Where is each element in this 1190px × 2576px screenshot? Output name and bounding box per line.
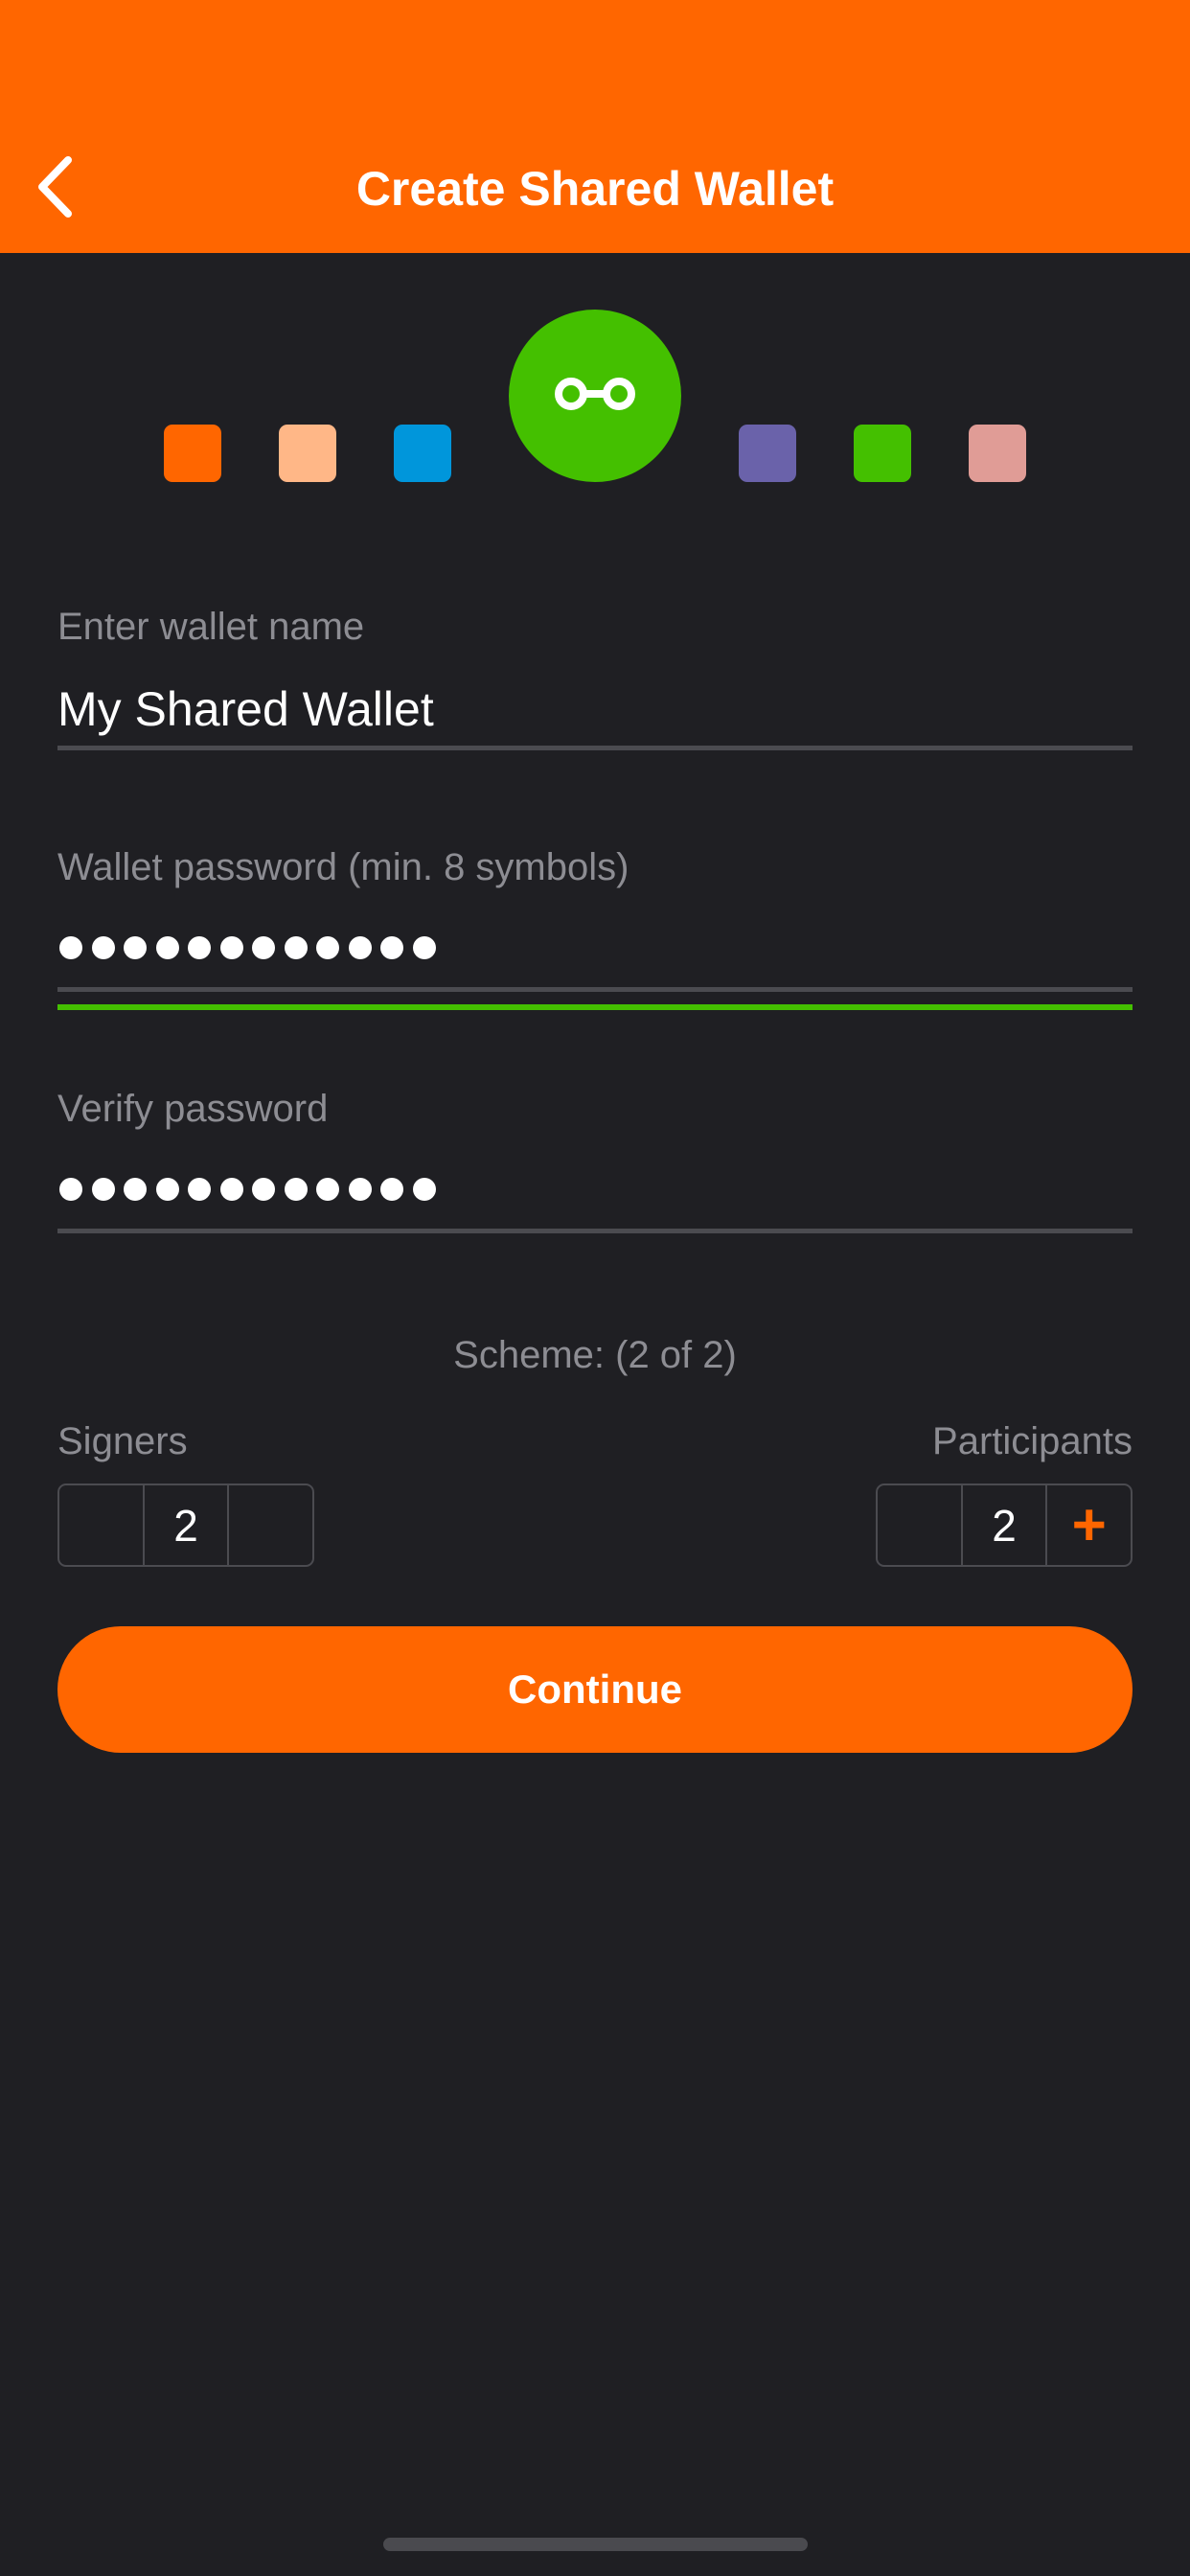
password-dot xyxy=(284,1178,308,1201)
password-dot xyxy=(219,1178,243,1201)
wallet-name-label: Enter wallet name xyxy=(57,606,365,648)
password-dot xyxy=(252,936,275,959)
password-dot xyxy=(91,1178,115,1201)
wallet-name-underline xyxy=(57,746,1133,750)
password-dot xyxy=(412,936,436,959)
password-dot xyxy=(155,1178,179,1201)
password-dot xyxy=(219,936,243,959)
page-title: Create Shared Wallet xyxy=(355,162,835,216)
password-dot xyxy=(284,936,308,959)
password-dot xyxy=(124,936,147,959)
signers-value: 2 xyxy=(142,1485,228,1565)
password-strength-bar xyxy=(57,1004,1133,1010)
color-swatch-green[interactable] xyxy=(854,425,911,482)
password-input[interactable] xyxy=(59,933,436,962)
wallet-name-input[interactable]: My Shared Wallet xyxy=(57,678,1133,740)
signers-label: Signers xyxy=(57,1420,188,1462)
password-dot xyxy=(59,936,82,959)
signers-increment-button[interactable] xyxy=(227,1485,312,1565)
verify-password-label: Verify password xyxy=(57,1088,329,1130)
password-dot xyxy=(155,936,179,959)
password-dot xyxy=(316,936,339,959)
password-dot xyxy=(316,1178,339,1201)
password-dot xyxy=(348,936,372,959)
color-swatch-blue[interactable] xyxy=(394,425,451,482)
color-swatch-peach[interactable] xyxy=(279,425,336,482)
signers-stepper: 2 xyxy=(57,1484,314,1567)
home-indicator[interactable] xyxy=(383,2538,808,2551)
password-dot xyxy=(59,1178,82,1201)
wallet-avatar xyxy=(509,310,681,482)
verify-password-underline xyxy=(57,1229,1133,1233)
password-underline xyxy=(57,987,1133,992)
participants-decrement-button[interactable] xyxy=(878,1485,961,1565)
participants-increment-button[interactable]: + xyxy=(1045,1485,1131,1565)
app-header: Create Shared Wallet xyxy=(0,0,1190,253)
participants-label: Participants xyxy=(932,1420,1133,1462)
password-dot xyxy=(380,936,403,959)
verify-password-input[interactable] xyxy=(59,1175,436,1204)
password-dot xyxy=(380,1178,403,1201)
password-dot xyxy=(412,1178,436,1201)
color-swatch-pink[interactable] xyxy=(969,425,1026,482)
multisig-link-icon xyxy=(552,375,638,418)
plus-icon: + xyxy=(1071,1491,1107,1558)
participants-stepper: 2 + xyxy=(876,1484,1133,1567)
password-dot xyxy=(188,1178,211,1201)
color-swatch-purple[interactable] xyxy=(739,425,796,482)
password-label: Wallet password (min. 8 symbols) xyxy=(57,846,629,888)
password-dot xyxy=(348,1178,372,1201)
password-dot xyxy=(124,1178,147,1201)
password-dot xyxy=(188,936,211,959)
scheme-label: Scheme: (2 of 2) xyxy=(453,1334,737,1376)
signers-decrement-button[interactable] xyxy=(59,1485,143,1565)
participants-value: 2 xyxy=(960,1485,1046,1565)
color-swatch-orange[interactable] xyxy=(164,425,221,482)
password-dot xyxy=(252,1178,275,1201)
continue-button[interactable]: Continue xyxy=(57,1626,1133,1753)
password-dot xyxy=(91,936,115,959)
